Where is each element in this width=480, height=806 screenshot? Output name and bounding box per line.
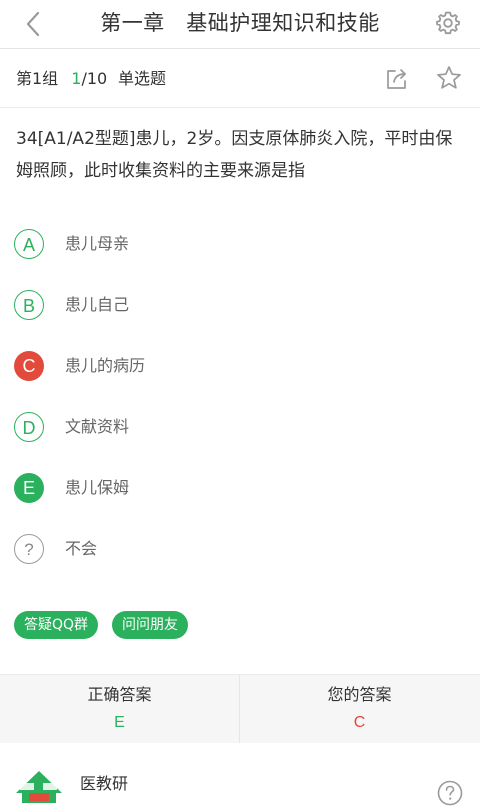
help-icon[interactable] — [437, 780, 463, 806]
option-e[interactable]: E 患儿保姆 — [14, 473, 454, 509]
question-text: 34[A1/A2型题]患儿，2岁。因支原体肺炎入院，平时由保姆照顾，此时收集资料… — [16, 129, 453, 181]
option-a[interactable]: A 患儿母亲 — [14, 229, 454, 265]
progress-indicator: 第1组 1/10 — [16, 49, 107, 109]
your-answer-section: 您的答案 C — [240, 675, 479, 743]
question-mark-icon: ? — [14, 534, 44, 564]
group-label: 第1组 — [16, 69, 59, 88]
your-answer-label: 您的答案 — [327, 685, 392, 704]
option-text: 患儿母亲 — [65, 234, 130, 253]
option-letter: D — [14, 412, 44, 442]
share-icon[interactable] — [385, 67, 409, 91]
option-c[interactable]: C 患儿的病历 — [14, 351, 454, 387]
correct-answer-label: 正确答案 — [87, 685, 152, 704]
source-name: 医教研 — [80, 774, 129, 793]
qq-group-button[interactable]: 答疑QQ群 — [14, 611, 99, 639]
option-text: 不会 — [65, 539, 98, 558]
option-letter-wrong: C — [14, 351, 44, 381]
back-arrow-icon[interactable] — [22, 10, 48, 38]
correct-answer-value: E — [114, 714, 125, 731]
top-bar: 第一章 基础护理知识和技能 — [0, 0, 480, 49]
option-text: 患儿保姆 — [65, 478, 130, 497]
star-icon[interactable] — [436, 65, 462, 91]
option-letter: B — [14, 290, 44, 320]
ask-friends-button[interactable]: 问问朋友 — [112, 611, 188, 639]
question-type: 单选题 — [118, 69, 167, 88]
option-unsure[interactable]: ? 不会 — [14, 534, 454, 570]
your-answer-value: C — [353, 714, 366, 731]
option-text: 患儿自己 — [65, 295, 130, 314]
option-text: 文献资料 — [65, 417, 130, 436]
total-questions: /10 — [81, 69, 108, 88]
source-footer: 医教研 — [0, 743, 480, 806]
gear-icon[interactable] — [434, 9, 462, 37]
app-logo-icon — [16, 771, 62, 803]
option-letter: A — [14, 229, 44, 259]
correct-answer-section: 正确答案 E — [0, 675, 240, 743]
page-title: 第一章 基础护理知识和技能 — [100, 11, 380, 35]
option-letter-correct: E — [14, 473, 44, 503]
question-info-bar: 第1组 1/10 单选题 — [0, 49, 480, 108]
current-question-number: 1 — [71, 69, 82, 88]
option-d[interactable]: D 文献资料 — [14, 412, 454, 448]
answer-panel: 正确答案 E 您的答案 C — [0, 674, 480, 744]
option-b[interactable]: B 患儿自己 — [14, 290, 454, 326]
option-text: 患儿的病历 — [65, 356, 146, 375]
